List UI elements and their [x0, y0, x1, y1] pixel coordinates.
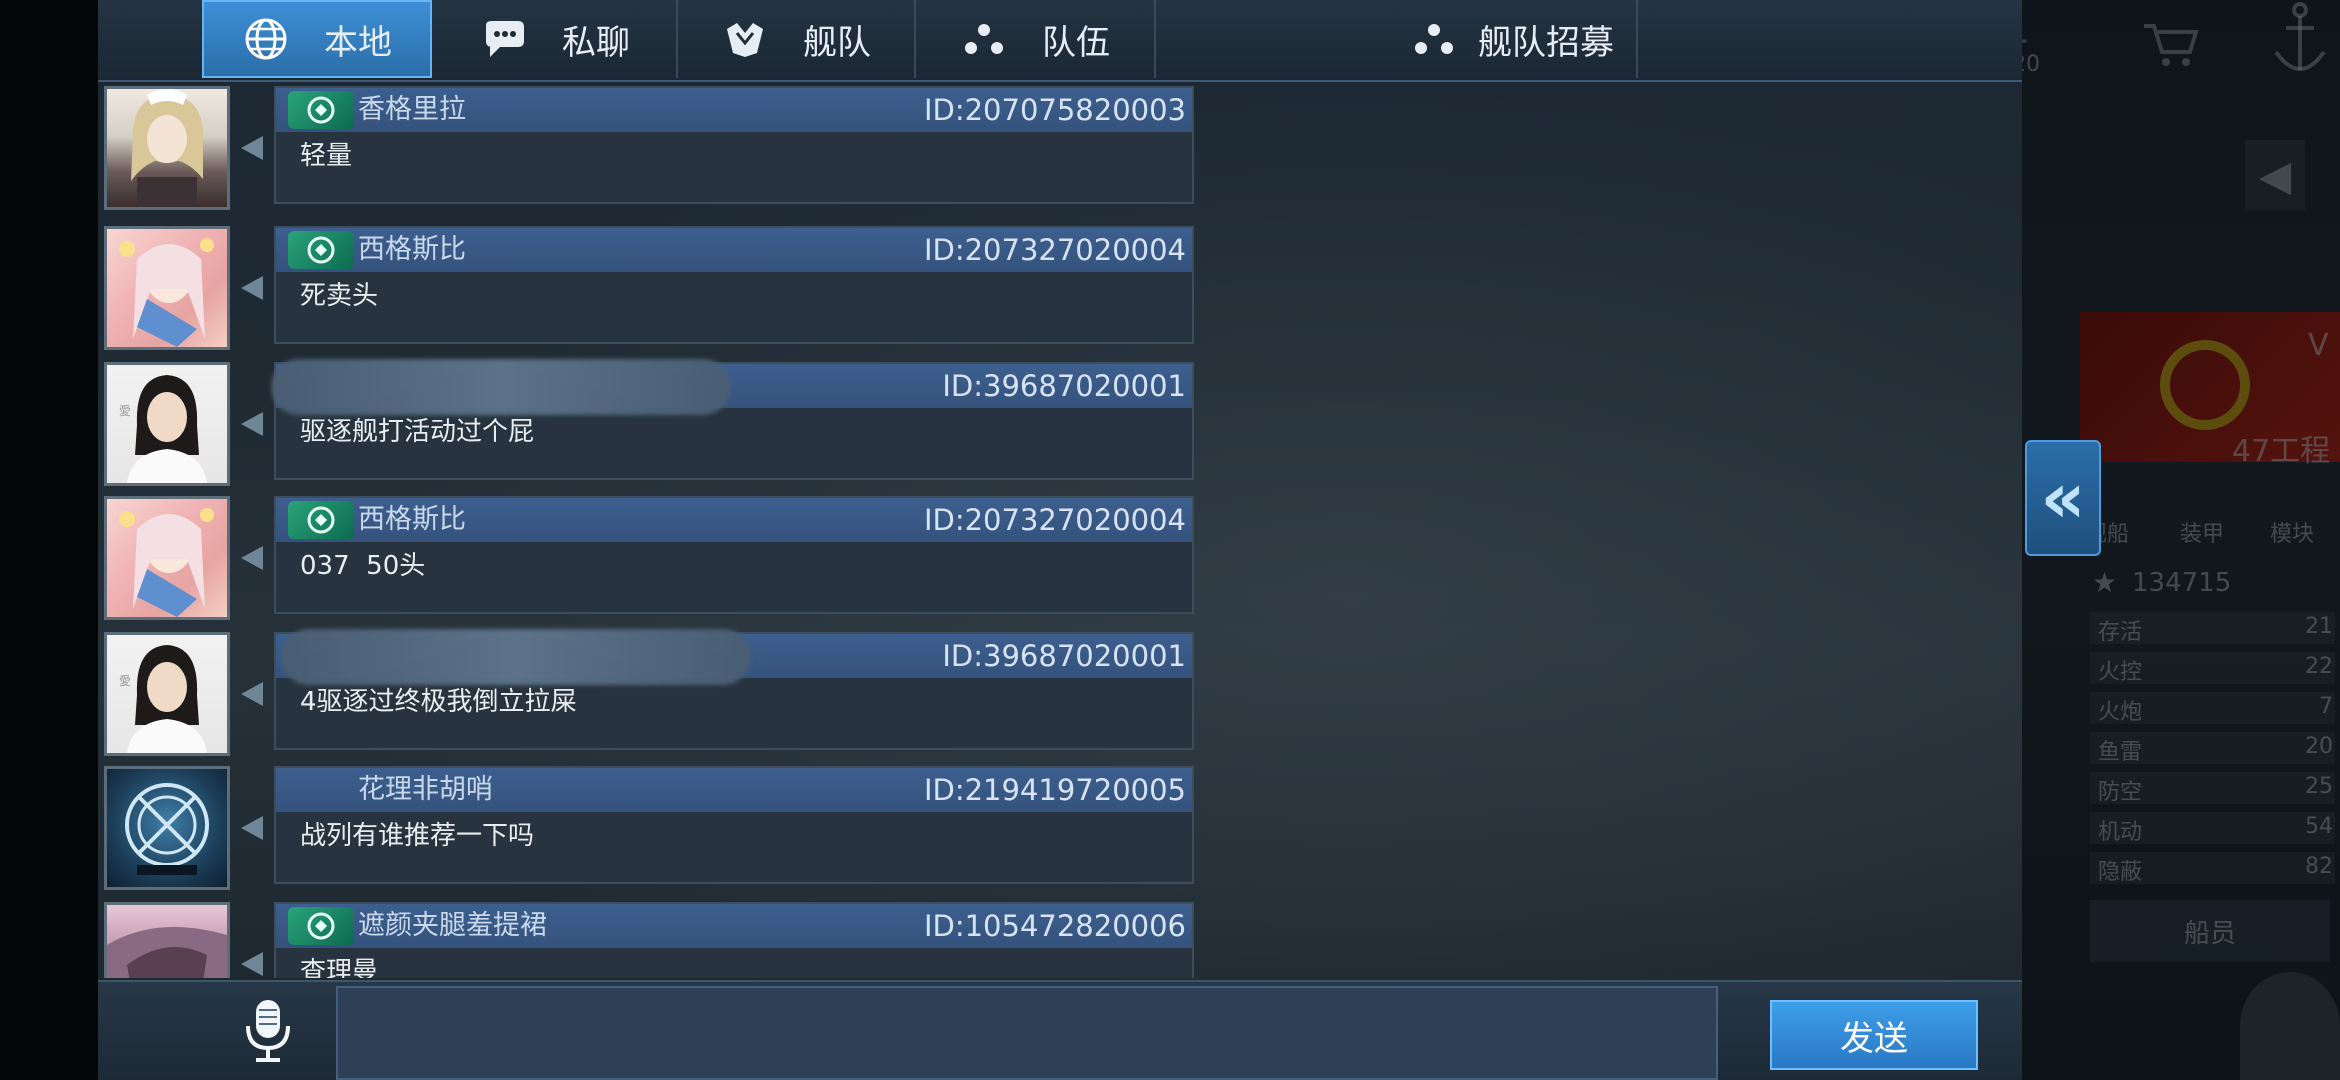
message-header: 西格斯比 ID:207327020004 [276, 498, 1192, 542]
message-input[interactable] [336, 986, 1718, 1080]
tab-private-chat[interactable]: 私聊 [434, 0, 678, 78]
tab-fleet-recruit[interactable]: 舰队招募 [1156, 0, 1638, 78]
message-header: ID:39687020001 [276, 629, 1192, 685]
fleet-emblem-icon [721, 15, 769, 63]
message-text: 轻量 [300, 141, 353, 171]
chat-message: 愛 ID:39687020001 4驱逐过终极我倒立拉屎 [104, 629, 1194, 757]
sender-id: ID:219419720005 [923, 773, 1186, 807]
sender-id: ID:39687020001 [942, 369, 1186, 403]
sender-id: ID:207327020004 [923, 503, 1186, 537]
avatar[interactable] [104, 766, 230, 890]
fleet-badge-icon [288, 91, 354, 129]
chat-message: 花理非胡哨 ID:219419720005 战列有谁推荐一下吗 [104, 766, 1194, 891]
avatar[interactable] [104, 496, 230, 620]
message-bubble: ID:39687020001 驱逐舰打活动过个屁 [271, 359, 1194, 480]
svg-text:愛: 愛 [119, 674, 131, 688]
fleet-badge-icon [288, 907, 354, 945]
message-pointer [241, 412, 263, 436]
sender-id: ID:105472820006 [923, 909, 1186, 943]
team-dots-icon [1410, 15, 1458, 63]
speech-bubble-icon [480, 15, 528, 63]
message-pointer [241, 276, 263, 300]
send-button[interactable]: 发送 [1770, 1000, 1978, 1070]
tab-team[interactable]: 队伍 [916, 0, 1156, 78]
fleet-badge-icon [288, 231, 354, 269]
microphone-icon[interactable] [238, 998, 298, 1064]
chat-message: 遮颜夹腿羞提裙 ID:105472820006 查理曼 [104, 902, 1194, 978]
tab-fleet-label: 舰队 [803, 22, 871, 63]
avatar[interactable] [104, 86, 230, 210]
chat-message: 香格里拉 ID:207075820003 轻量 [104, 86, 1194, 211]
message-header: 花理非胡哨 ID:219419720005 [276, 768, 1192, 812]
chat-tab-bar: 本地 私聊 舰队 队伍 舰队招募 [98, 0, 2022, 82]
tab-private-chat-label: 私聊 [562, 22, 630, 63]
message-bubble: 花理非胡哨 ID:219419720005 战列有谁推荐一下吗 [274, 766, 1194, 884]
message-pointer [241, 816, 263, 840]
sender-id: ID:207075820003 [923, 93, 1186, 127]
message-pointer [241, 952, 263, 976]
message-text: 查理曼 [300, 957, 379, 978]
sender-name[interactable]: 西格斯比 [358, 230, 466, 270]
sender-name[interactable]: 花理非胡哨 [358, 770, 493, 810]
tab-fleet-recruit-label: 舰队招募 [1478, 22, 1614, 63]
sender-id: ID:207327020004 [923, 233, 1186, 267]
message-header: 西格斯比 ID:207327020004 [276, 228, 1192, 272]
message-text: 驱逐舰打活动过个屁 [300, 417, 535, 447]
chat-message: 愛 ID:39687020001 驱逐舰打活动过个屁 [104, 359, 1194, 487]
message-bubble: 西格斯比 ID:207327020004 死卖头 [274, 226, 1194, 344]
avatar[interactable]: 愛 [104, 632, 230, 756]
sender-name[interactable]: 西格斯比 [358, 500, 466, 540]
tab-team-label: 队伍 [1042, 22, 1110, 63]
message-text: 死卖头 [300, 281, 379, 311]
message-bubble: 香格里拉 ID:207075820003 轻量 [274, 86, 1194, 204]
message-bubble: 遮颜夹腿羞提裙 ID:105472820006 查理曼 [274, 902, 1194, 978]
team-dots-icon [960, 15, 1008, 63]
message-pointer [241, 682, 263, 706]
fleet-badge-icon [288, 501, 354, 539]
collapse-panel-button[interactable]: « [2025, 440, 2101, 556]
message-list[interactable]: 香格里拉 ID:207075820003 轻量 西格斯比 ID:20732702… [0, 82, 2022, 978]
double-chevron-left-icon: « [2040, 457, 2086, 539]
message-header: 香格里拉 ID:207075820003 [276, 88, 1192, 132]
chat-message: 西格斯比 ID:207327020004 037 50头 [104, 496, 1194, 621]
avatar[interactable] [104, 902, 230, 978]
avatar[interactable]: 愛 [104, 362, 230, 486]
chat-message: 西格斯比 ID:207327020004 死卖头 [104, 226, 1194, 351]
globe-icon [242, 15, 290, 63]
screen: + 20 ◀ V 47工程 舰船 装甲 模块 ★ 134715 存活21 火控2… [0, 0, 2340, 1080]
tab-fleet[interactable]: 舰队 [678, 0, 916, 78]
sender-id: ID:39687020001 [942, 639, 1186, 673]
message-bubble: 西格斯比 ID:207327020004 037 50头 [274, 496, 1194, 614]
sender-name[interactable]: 遮颜夹腿羞提裙 [358, 906, 547, 946]
message-bubble: ID:39687020001 4驱逐过终极我倒立拉屎 [274, 629, 1194, 750]
message-header: ID:39687020001 [271, 359, 1192, 415]
chat-input-bar: 发送 [98, 980, 2022, 1080]
message-pointer [241, 136, 263, 160]
tab-local[interactable]: 本地 [202, 0, 432, 78]
message-header: 遮颜夹腿羞提裙 ID:105472820006 [276, 904, 1192, 948]
avatar[interactable] [104, 226, 230, 350]
message-text: 037 50头 [300, 551, 426, 581]
message-text: 4驱逐过终极我倒立拉屎 [300, 687, 577, 717]
message-text: 战列有谁推荐一下吗 [300, 821, 535, 851]
sender-name[interactable]: 香格里拉 [358, 90, 466, 130]
tab-local-label: 本地 [324, 22, 392, 63]
svg-text:愛: 愛 [119, 404, 131, 418]
redacted-name-blur [271, 359, 731, 415]
message-pointer [241, 546, 263, 570]
redacted-name-blur [281, 629, 751, 685]
